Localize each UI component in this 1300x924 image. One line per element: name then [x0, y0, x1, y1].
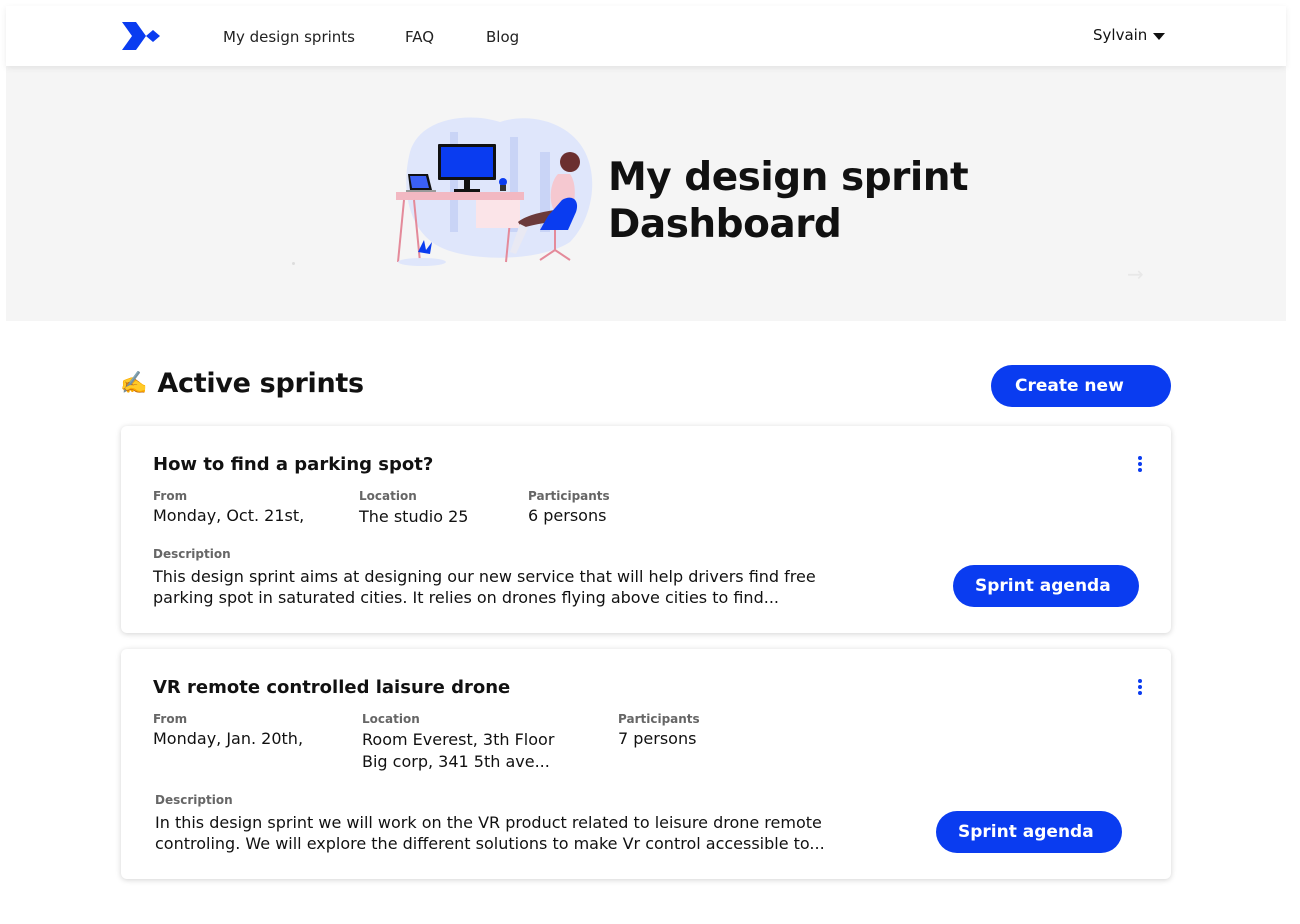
- create-new-button[interactable]: Create new: [991, 365, 1171, 407]
- user-name: Sylvain: [1093, 26, 1148, 44]
- section-title: Active sprints: [157, 368, 364, 399]
- nav-faq[interactable]: FAQ: [405, 28, 434, 46]
- location-value: Room Everest, 3th Floor: [362, 730, 555, 749]
- from-label: From: [153, 712, 188, 726]
- writing-hand-icon: ✍️: [120, 371, 148, 396]
- page-title: My design sprint Dashboard: [608, 154, 988, 248]
- carousel-dot: [292, 262, 295, 265]
- logo-icon[interactable]: [120, 20, 164, 52]
- participants-label: Participants: [528, 489, 610, 503]
- nav-blog[interactable]: Blog: [486, 28, 519, 46]
- page-title-line-2: Dashboard: [608, 202, 842, 247]
- location-label: Location: [362, 712, 420, 726]
- from-label: From: [153, 489, 188, 503]
- description-line: parking spot in saturated cities. It rel…: [153, 588, 779, 607]
- more-options-icon[interactable]: [1137, 679, 1143, 697]
- participants-value: 7 persons: [618, 729, 697, 748]
- sprint-agenda-button[interactable]: Sprint agenda: [953, 565, 1139, 607]
- from-value: Monday, Jan. 20th,: [153, 729, 304, 748]
- sprint-title: VR remote controlled laisure drone: [153, 677, 511, 698]
- active-sprints-heading: ✍️ Active sprints: [120, 368, 364, 399]
- sprint-agenda-button[interactable]: Sprint agenda: [936, 811, 1122, 853]
- participants-value: 6 persons: [528, 506, 607, 525]
- description-text: In this design sprint we will work on th…: [155, 812, 875, 854]
- location-label: Location: [359, 489, 417, 503]
- participants-label: Participants: [618, 712, 700, 726]
- arrow-right-icon[interactable]: →: [1127, 262, 1144, 286]
- more-options-icon[interactable]: [1137, 456, 1143, 474]
- workspace-illustration: [396, 117, 593, 266]
- hero-banner: My design sprint Dashboard →: [6, 66, 1286, 321]
- description-line: In this design sprint we will work on th…: [155, 813, 822, 832]
- user-menu[interactable]: Sylvain: [1093, 26, 1166, 44]
- description-text: This design sprint aims at designing our…: [153, 566, 873, 608]
- description-label: Description: [155, 793, 233, 807]
- description-line: controling. We will explore the differen…: [155, 834, 825, 853]
- sprint-card: How to find a parking spot? From Monday,…: [121, 426, 1171, 633]
- nav-my-design-sprints[interactable]: My design sprints: [223, 28, 355, 46]
- description-label: Description: [153, 547, 231, 561]
- from-value: Monday, Oct. 21st,: [153, 506, 305, 525]
- caret-down-icon: [1153, 33, 1166, 40]
- top-navbar: My design sprints FAQ Blog Sylvain: [6, 6, 1286, 66]
- sprint-card: VR remote controlled laisure drone From …: [121, 649, 1171, 879]
- page-title-line-1: My design sprint: [608, 155, 969, 200]
- description-line: This design sprint aims at designing our…: [153, 567, 816, 586]
- sprint-title: How to find a parking spot?: [153, 454, 434, 475]
- location-value: Big corp, 341 5th ave...: [362, 752, 550, 771]
- location-value: The studio 25: [359, 507, 469, 526]
